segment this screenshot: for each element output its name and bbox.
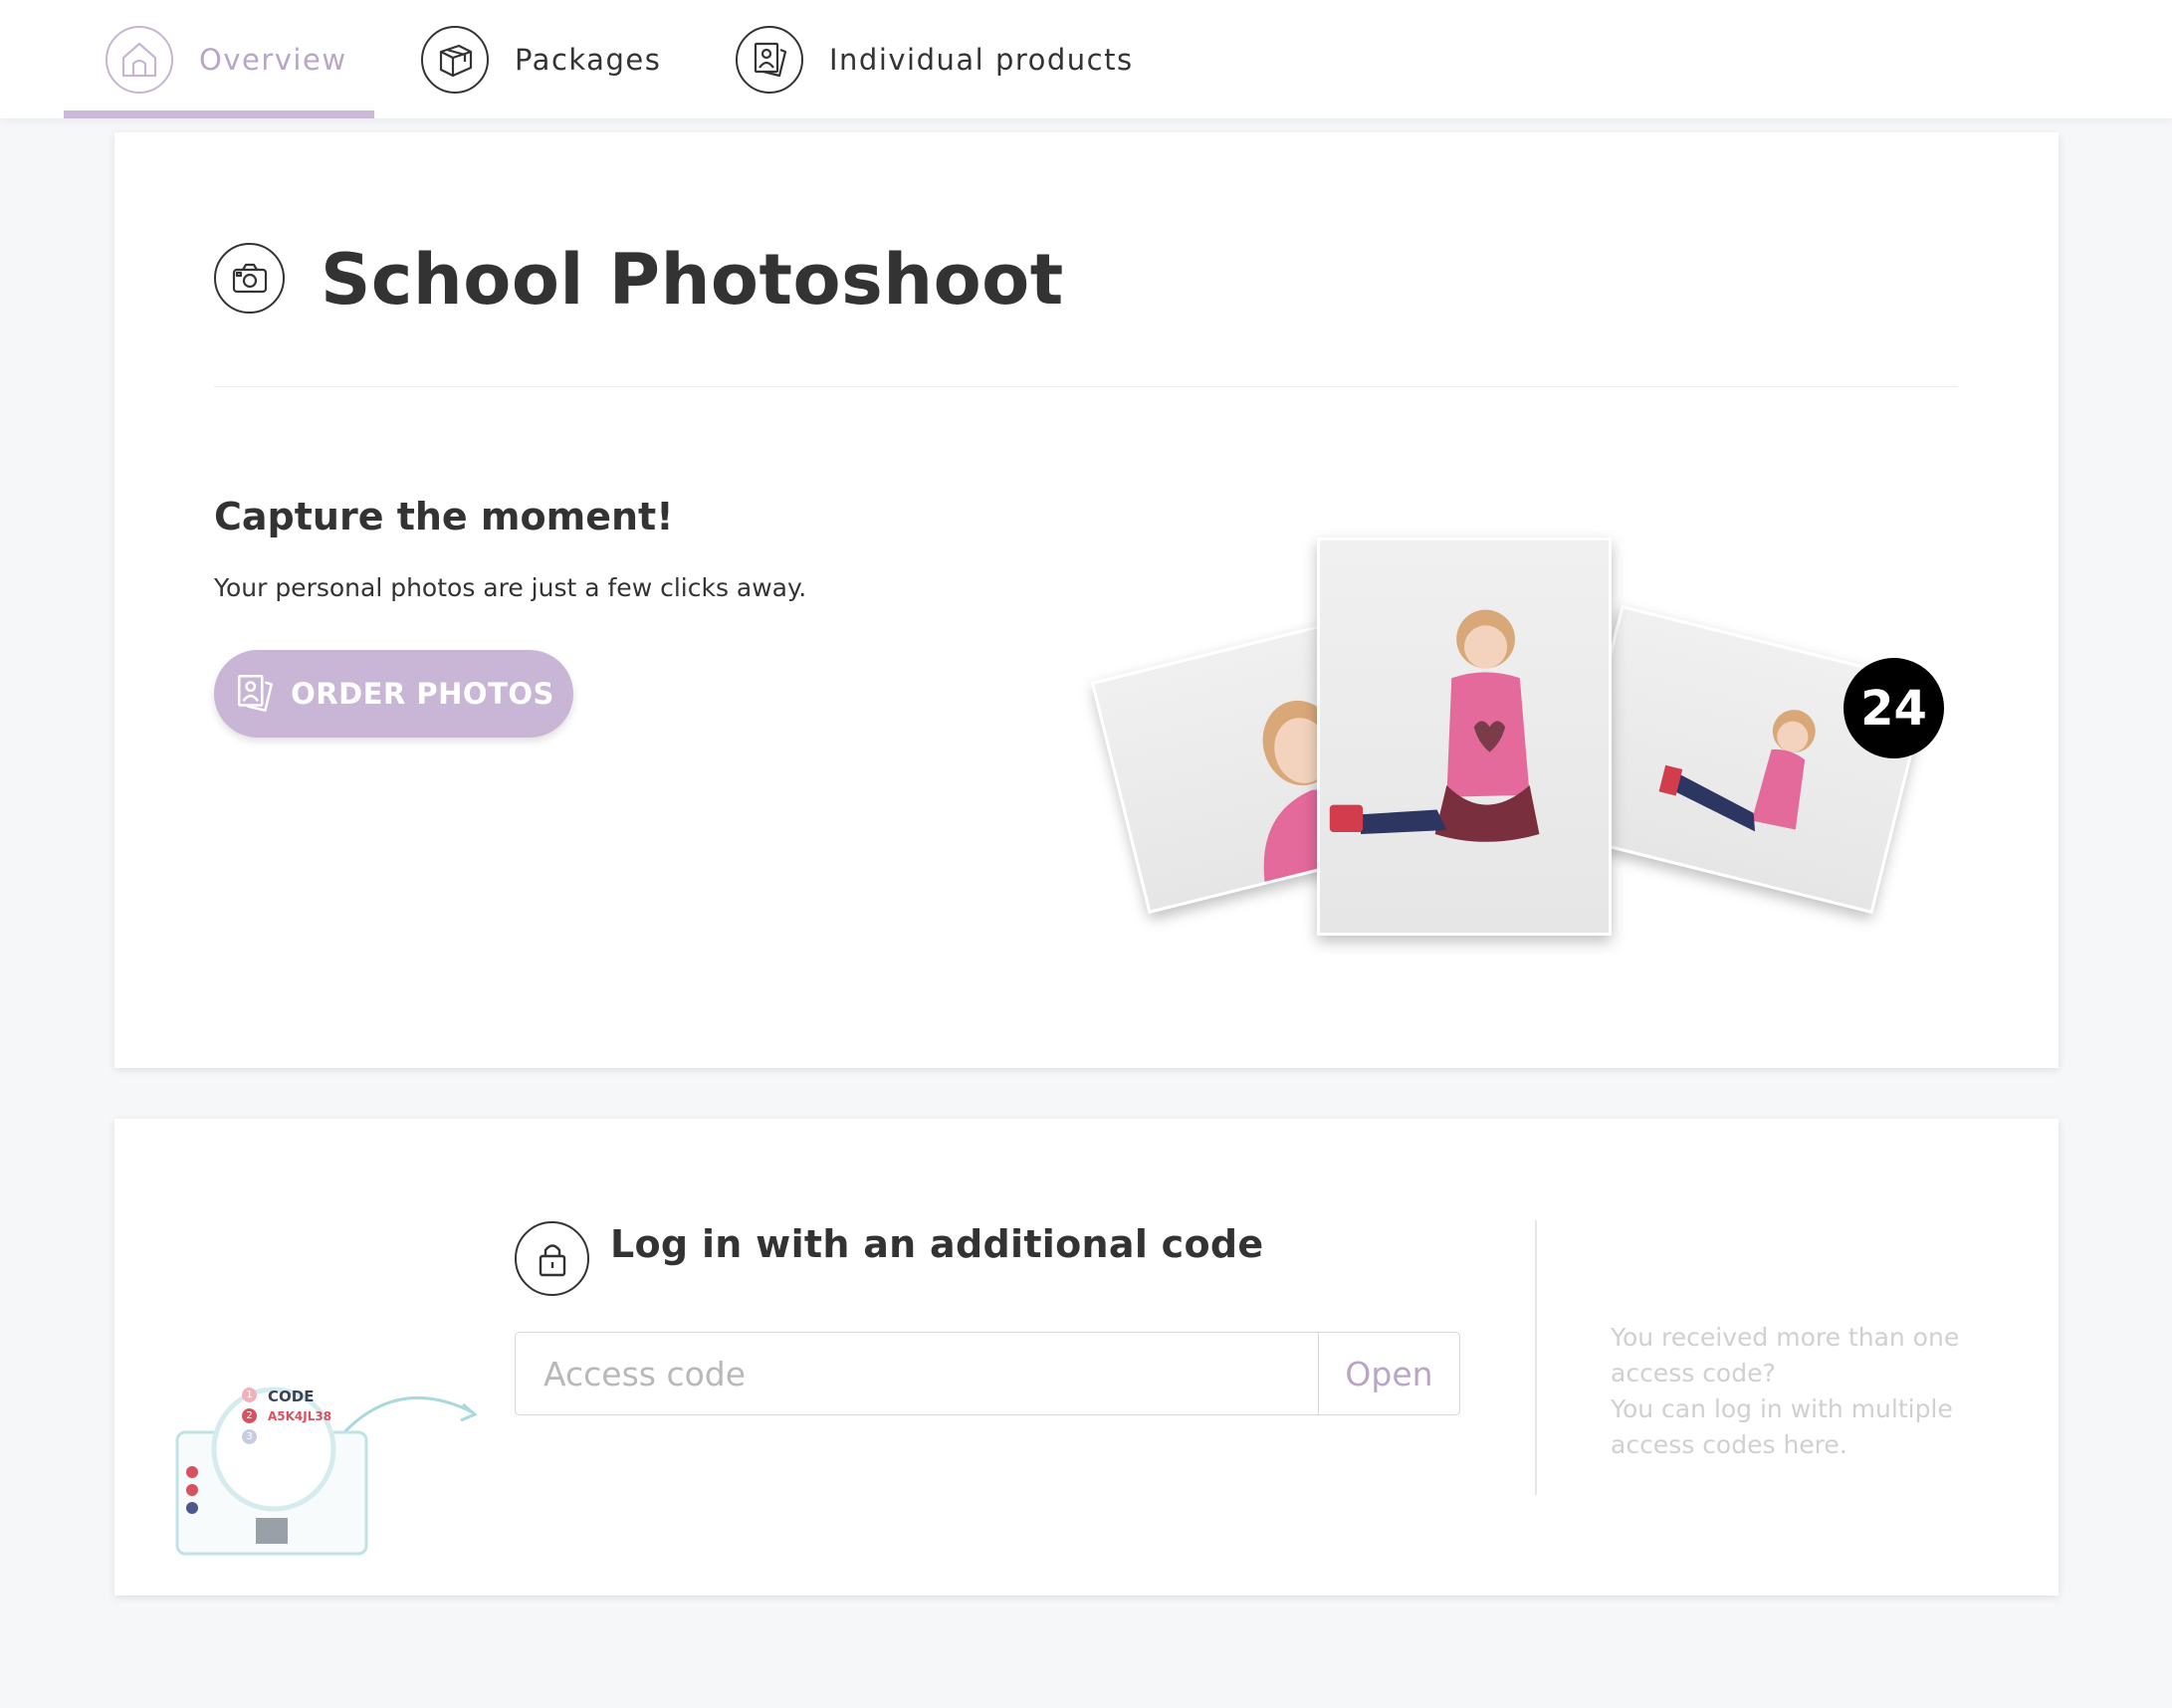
tab-packages-label: Packages (515, 42, 662, 77)
access-code-input[interactable] (516, 1333, 1318, 1414)
coupon-sample-code: A5K4JL38 (268, 1409, 332, 1423)
tab-overview[interactable]: Overview (106, 0, 347, 118)
tab-overview-label: Overview (199, 42, 347, 77)
tab-individual-products-label: Individual products (829, 42, 1134, 77)
box-icon (421, 25, 489, 94)
help-text-line-2: You can log in with multiple access code… (1611, 1394, 1953, 1459)
coupon-step-2: 2 (242, 1408, 257, 1423)
help-text-line-1: You received more than one access code? (1611, 1323, 1960, 1388)
lock-icon (515, 1221, 589, 1296)
hero-subtext: Your personal photos are just a few clic… (214, 573, 807, 602)
coupon-code-label: CODE (268, 1388, 315, 1405)
order-photos-label: ORDER PHOTOS (291, 677, 554, 711)
camera-icon (214, 243, 285, 314)
portrait-photos-icon (233, 671, 279, 717)
coupon-step-3: 3 (242, 1429, 257, 1444)
coupon-step-1: 1 (242, 1388, 257, 1402)
page-title: School Photoshoot (321, 239, 1064, 320)
preview-photo-right (1563, 604, 1931, 915)
coupon-illustration: 1 2 3 CODE A5K4JL38 (174, 1343, 513, 1567)
hero-heading: Capture the moment! (214, 495, 674, 538)
photo-count-badge: 24 (1844, 658, 1944, 758)
open-button[interactable]: Open (1318, 1333, 1459, 1414)
additional-code-card: 1 2 3 CODE A5K4JL38 Log in with an addit… (114, 1119, 2059, 1596)
preview-photo-center (1317, 537, 1612, 936)
top-navigation: Overview Packages Individual products (0, 0, 2172, 118)
vertical-divider (1535, 1220, 1537, 1495)
photo-preview-stack (1070, 431, 1966, 1088)
tab-packages[interactable]: Packages (421, 0, 661, 118)
portrait-photos-icon (736, 25, 803, 94)
title-row: School Photoshoot (214, 240, 1958, 387)
home-icon (106, 25, 173, 94)
photoshoot-card: School Photoshoot Capture the moment! Yo… (114, 132, 2059, 1068)
tab-individual-products[interactable]: Individual products (736, 0, 1134, 118)
help-text: You received more than one access code? … (1611, 1320, 1989, 1463)
access-code-form: Open (515, 1332, 1460, 1415)
login-heading: Log in with an additional code (610, 1222, 1264, 1266)
active-tab-indicator (64, 110, 374, 118)
order-photos-button[interactable]: ORDER PHOTOS (214, 650, 573, 738)
